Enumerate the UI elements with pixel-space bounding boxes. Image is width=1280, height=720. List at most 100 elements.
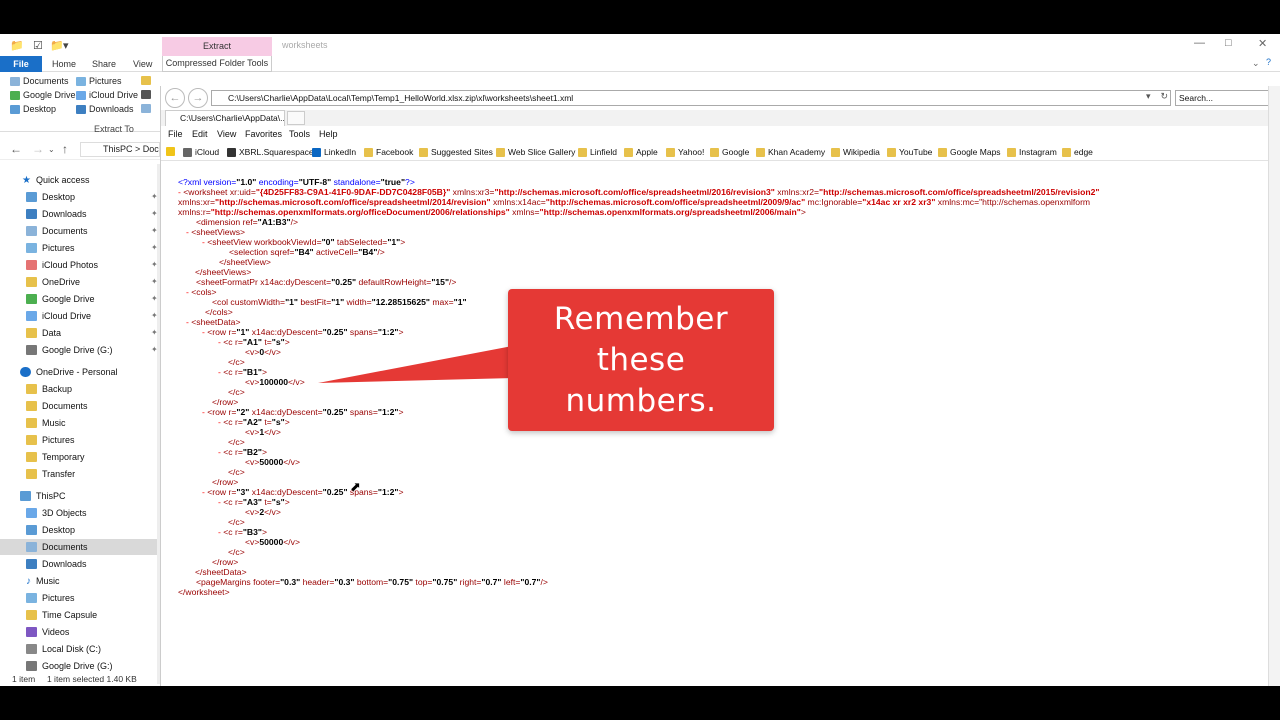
minimize-icon[interactable]: — (1194, 37, 1205, 49)
sidebar-item-data[interactable]: Data ✦ (0, 325, 160, 341)
menu-view[interactable]: View (217, 129, 236, 139)
xml-row-open[interactable]: - <row r="3" x14ac:dyDescent="0.25" span… (202, 487, 403, 497)
xml-sheetviews-open[interactable]: - <sheetViews> (186, 227, 245, 237)
more-folder-1[interactable] (141, 76, 151, 85)
sidebar-item-transfer[interactable]: Transfer (0, 466, 160, 482)
sidebar-item-backup[interactable]: Backup (0, 381, 160, 397)
forward-icon[interactable]: → (32, 142, 44, 156)
tab-file[interactable]: File (0, 56, 42, 72)
sidebar-item-od-music[interactable]: Music (0, 415, 160, 431)
xml-cell-open[interactable]: - <c r="A2" t="s"> (218, 417, 290, 427)
sidebar-item-od-documents[interactable]: Documents (0, 398, 160, 414)
fav-facebook[interactable]: Facebook (364, 147, 413, 157)
fav-wikipedia[interactable]: Wikipedia (831, 147, 880, 157)
xml-sheetview-open[interactable]: - <sheetView workbookViewId="0" tabSelec… (202, 237, 405, 247)
tab-home[interactable]: Home (52, 56, 76, 72)
tab-share[interactable]: Share (92, 56, 116, 72)
sidebar-item-google-drive[interactable]: Google Drive ✦ (0, 291, 160, 307)
expand-ribbon-icon[interactable]: ⌄ (1252, 58, 1260, 69)
xml-cols-open[interactable]: - <cols> (186, 287, 217, 297)
xml-row-open[interactable]: - <row r="2" x14ac:dyDescent="0.25" span… (202, 407, 403, 417)
new-folder-icon[interactable]: 📁 (50, 39, 64, 52)
sidebar-item-pictures[interactable]: Pictures ✦ (0, 240, 160, 256)
sidebar-item-documents[interactable]: Documents ✦ (0, 223, 160, 239)
sidebar-item-time-capsule[interactable]: Time Capsule (0, 607, 160, 623)
onedrive-header[interactable]: OneDrive - Personal (0, 364, 160, 380)
sidebar-item-pc-desktop[interactable]: Desktop (0, 522, 160, 538)
help-icon[interactable]: ? (1266, 57, 1271, 67)
fav-xbrl[interactable]: XBRL.Squarespace (227, 147, 314, 157)
xml-cell-open[interactable]: - <c r="B1"> (218, 367, 267, 377)
browser-back-icon[interactable]: ← (165, 88, 185, 108)
quick-desktop[interactable]: Desktop (10, 104, 56, 114)
browser-search-input[interactable]: Search... (1175, 90, 1280, 106)
recent-dropdown-icon[interactable]: ⌄ (48, 145, 55, 154)
menu-edit[interactable]: Edit (192, 129, 208, 139)
sidebar-item-icloud-photos[interactable]: iCloud Photos ✦ (0, 257, 160, 273)
menu-help[interactable]: Help (319, 129, 338, 139)
quick-documents[interactable]: Documents (10, 76, 69, 86)
sidebar-item-temporary[interactable]: Temporary (0, 449, 160, 465)
thispc-header[interactable]: ThisPC (0, 488, 160, 504)
favorites-star-icon[interactable] (166, 147, 175, 156)
xml-cell-open[interactable]: - <c r="A1" t="s"> (218, 337, 290, 347)
xml-row-open[interactable]: - <row r="1" x14ac:dyDescent="0.25" span… (202, 327, 403, 337)
sidebar-item-onedrive[interactable]: OneDrive ✦ (0, 274, 160, 290)
properties-icon[interactable]: ☑ (33, 39, 43, 52)
dropdown-icon[interactable]: ▾ (1146, 91, 1151, 101)
fav-yahoo[interactable]: Yahoo! (666, 147, 704, 157)
xml-cell-open[interactable]: - <c r="B2"> (218, 447, 267, 457)
fav-linkedin[interactable]: LinkedIn (312, 147, 356, 157)
browser-forward-icon[interactable]: → (188, 88, 208, 108)
browser-scrollbar[interactable] (1268, 86, 1280, 686)
fav-icloud[interactable]: iCloud (183, 147, 219, 157)
explorer-address-bar[interactable]: ThisPC > Doc (80, 142, 160, 157)
qat-dropdown-icon[interactable]: ▾ (63, 39, 69, 52)
fav-linfield[interactable]: Linfield (578, 147, 617, 157)
more-folder-2[interactable] (141, 90, 151, 99)
browser-tab[interactable]: C:\Users\Charlie\AppData\... (165, 110, 285, 126)
fav-google-maps[interactable]: Google Maps (938, 147, 1001, 157)
fav-google[interactable]: Google (710, 147, 749, 157)
fav-edge[interactable]: edge (1062, 147, 1093, 157)
fav-khan-academy[interactable]: Khan Academy (756, 147, 825, 157)
sidebar-item-desktop[interactable]: Desktop ✦ (0, 189, 160, 205)
menu-favorites[interactable]: Favorites (245, 129, 282, 139)
sidebar-item-videos[interactable]: Videos (0, 624, 160, 640)
sidebar-item-pc-music[interactable]: ♪ Music (0, 573, 160, 589)
browser-url-input[interactable]: C:\Users\Charlie\AppData\Local\Temp\Temp… (211, 90, 1171, 106)
refresh-icon[interactable]: ↻ (1161, 91, 1169, 101)
up-icon[interactable]: ↑ (62, 142, 68, 156)
back-icon[interactable]: ← (10, 142, 22, 156)
quick-access-header[interactable]: ★ Quick access (0, 172, 160, 188)
sidebar-item-pc-pictures[interactable]: Pictures (0, 590, 160, 606)
sidebar-item-icloud-drive[interactable]: iCloud Drive ✦ (0, 308, 160, 324)
menu-file[interactable]: File (168, 129, 183, 139)
new-tab-button[interactable] (287, 111, 305, 125)
quick-icloud-drive[interactable]: iCloud Drive (76, 90, 138, 100)
quick-pictures[interactable]: Pictures (76, 76, 122, 86)
quick-downloads[interactable]: Downloads (76, 104, 134, 114)
sidebar-item-local-disk[interactable]: Local Disk (C:) (0, 641, 160, 657)
sidebar-item-od-pictures[interactable]: Pictures (0, 432, 160, 448)
sidebar-item-3d-objects[interactable]: 3D Objects (0, 505, 160, 521)
fav-web-slice-gallery[interactable]: Web Slice Gallery (496, 147, 575, 157)
more-folder-3[interactable] (141, 104, 151, 113)
xml-cell-open[interactable]: - <c r="B3"> (218, 527, 267, 537)
tab-compressed-folder-tools[interactable]: Compressed Folder Tools (162, 56, 272, 72)
sidebar-item-pc-documents[interactable]: Documents (0, 539, 160, 555)
xml-cell-open[interactable]: - <c r="A3" t="s"> (218, 497, 290, 507)
xml-sheetdata-open[interactable]: - <sheetData> (186, 317, 240, 327)
fav-suggested-sites[interactable]: Suggested Sites (419, 147, 493, 157)
sidebar-item-pc-downloads[interactable]: Downloads (0, 556, 160, 572)
sidebar-item-downloads[interactable]: Downloads ✦ (0, 206, 160, 222)
sidebar-item-google-drive-g[interactable]: Google Drive (G:) ✦ (0, 342, 160, 358)
menu-tools[interactable]: Tools (289, 129, 310, 139)
xml-worksheet-open-1[interactable]: - <worksheet xr:uid="{4D25FF83-C9A1-41F0… (178, 187, 1099, 197)
tab-view[interactable]: View (133, 56, 152, 72)
fav-instagram[interactable]: Instagram (1007, 147, 1057, 157)
close-icon[interactable]: ✕ (1258, 37, 1267, 50)
quick-google-drive[interactable]: Google Drive (10, 90, 76, 100)
fav-apple[interactable]: Apple (624, 147, 658, 157)
fav-youtube[interactable]: YouTube (887, 147, 932, 157)
